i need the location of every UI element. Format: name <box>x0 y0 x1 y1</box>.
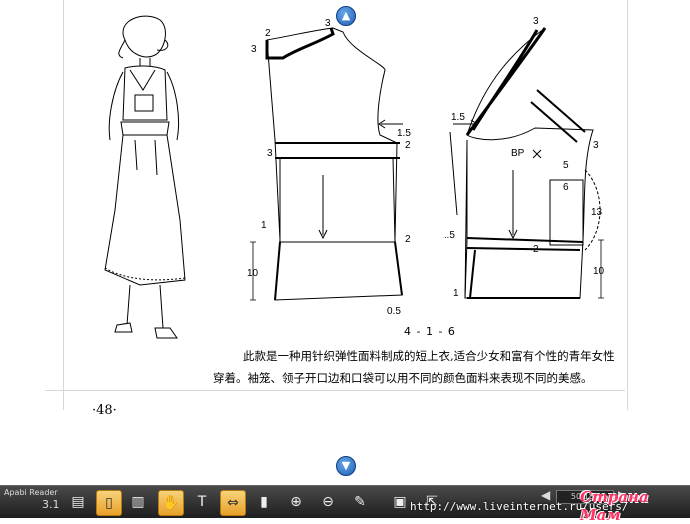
double-page-button[interactable]: ▥ <box>126 490 150 514</box>
front-label-10: 10 <box>593 266 605 277</box>
save-button[interactable]: ▣ <box>388 490 412 514</box>
caption-line-2: 穿着。袖笼、领子开口边和口袋可以用不同的颜色面料来表现不同的美感。 <box>213 371 593 385</box>
pen-icon: ✎ <box>354 494 366 510</box>
front-label-3-top: 3 <box>533 16 539 27</box>
double-page-icon: ▥ <box>131 494 145 510</box>
caption-line-1: 此款是一种用针织弹性面料制成的短上衣,适合少女和富有个性的青年女性 <box>243 349 615 363</box>
front-label-6: 6 <box>563 182 569 193</box>
scroll-down-button[interactable]: ▼ <box>336 456 356 476</box>
zoom-out-icon: ⊖ <box>322 494 334 510</box>
front-label-1: 1 <box>453 288 459 299</box>
back-label-0-5: 0.5 <box>387 306 401 317</box>
zoom-in-icon: ⊕ <box>290 494 302 510</box>
page-thumbnail-button[interactable]: ▤ <box>66 490 90 514</box>
front-label-2: 2 <box>533 244 539 255</box>
app-version: 3.1 <box>42 498 60 511</box>
arrow-up-icon: ▲ <box>341 9 351 22</box>
back-label-10: 10 <box>247 268 259 279</box>
single-page-icon: ▯ <box>105 495 113 511</box>
back-pattern-diagram: 2 3 3 1.5 3 2 1 2 10 0.5 <box>247 18 411 317</box>
zoom-in-button[interactable]: ⊕ <box>284 490 308 514</box>
back-label-3-left: 3 <box>251 44 257 55</box>
page-number: ·48· <box>92 403 117 418</box>
back-label-1-5: 1.5 <box>397 128 411 139</box>
thumbnail-icon: ▤ <box>71 494 85 510</box>
figure-label: 4 - 1 - 6 <box>404 325 456 338</box>
pen-tool-button[interactable]: ✎ <box>348 490 372 514</box>
hand-icon: ✋ <box>162 495 180 511</box>
scroll-up-button[interactable]: ▲ <box>336 6 356 26</box>
bookmark-button[interactable]: ▮ <box>252 490 276 514</box>
fit-width-button[interactable]: ⇔ <box>220 490 246 516</box>
save-icon: ▣ <box>393 494 407 510</box>
zoom-out-button[interactable]: ⊖ <box>316 490 340 514</box>
fashion-figure-illustration <box>104 15 186 339</box>
hand-tool-button[interactable]: ✋ <box>158 490 184 516</box>
fit-width-icon: ⇔ <box>227 495 239 511</box>
back-label-3-top: 3 <box>325 18 331 29</box>
app-name: Apabi Reader <box>4 488 58 497</box>
text-select-button[interactable]: T <box>190 490 214 514</box>
back-label-3: 3 <box>267 148 273 159</box>
back-label-2-top: 2 <box>265 28 271 39</box>
single-page-button[interactable]: ▯ <box>96 490 122 516</box>
back-label-1: 1 <box>261 220 267 231</box>
front-pattern-diagram: 3 1.5 BP 3 5 6 13 1.5 2 10 1 <box>445 16 605 299</box>
front-label-13: 13 <box>591 207 603 218</box>
text-select-icon: T <box>197 494 207 510</box>
caption-text: 此款是一种用针织弹性面料制成的短上衣,适合少女和富有个性的青年女性 穿着。袖笼、… <box>213 345 633 389</box>
front-label-5: 5 <box>563 160 569 171</box>
front-label-1-5b: 1.5 <box>445 230 455 241</box>
front-label-1-5: 1.5 <box>451 112 465 123</box>
watermark-logo: Страна Мам <box>580 488 649 524</box>
document-page: 2 3 3 1.5 3 2 1 2 10 0.5 3 1.5 BP 3 5 6 … <box>0 0 690 485</box>
arrow-down-icon: ▼ <box>341 459 351 472</box>
front-label-3: 3 <box>593 140 599 151</box>
page-footer-rule <box>45 390 625 391</box>
back-label-2b: 2 <box>405 234 411 245</box>
back-label-2: 2 <box>405 140 411 151</box>
front-label-bp: BP <box>511 148 525 159</box>
bookmark-icon: ▮ <box>260 494 268 510</box>
page-margin-line-left <box>63 0 64 410</box>
